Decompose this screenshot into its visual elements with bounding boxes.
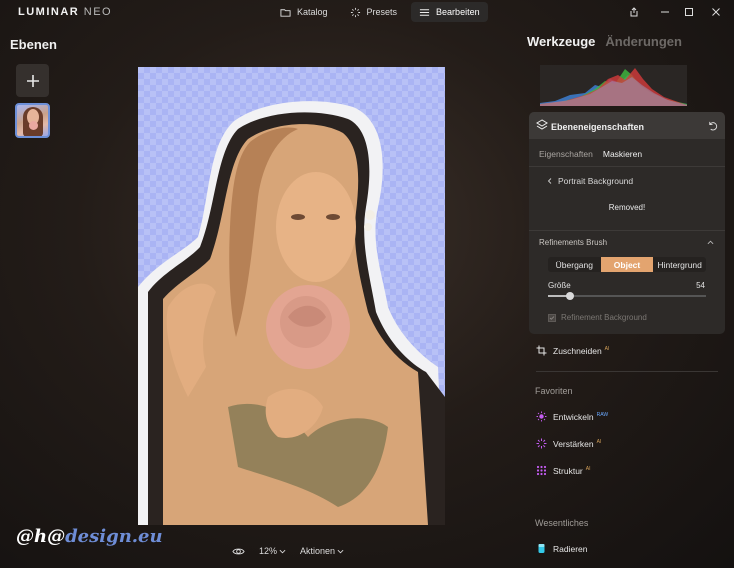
tool-structure-label: Struktur xyxy=(553,465,583,476)
close-icon xyxy=(712,8,720,16)
watermark-suffix: design.eu xyxy=(65,526,163,547)
ai-badge: AI xyxy=(604,345,610,352)
chevron-left-icon xyxy=(547,178,552,184)
sparkle-icon xyxy=(350,7,360,17)
raw-badge: RAW xyxy=(596,411,609,418)
divider xyxy=(536,371,718,372)
mask-breadcrumb-label: Portrait Background xyxy=(558,176,634,186)
panel-title: Ebeneneigenschaften xyxy=(551,122,645,132)
tool-crop-label: Zuschneiden xyxy=(553,345,602,356)
refine-mode-segmented: Übergang Object Hintergrund xyxy=(548,257,706,272)
nav-katalog[interactable]: Katalog xyxy=(272,2,336,22)
view-toolbar: 12% Aktionen xyxy=(232,544,344,558)
nav-katalog-label: Katalog xyxy=(297,7,328,17)
chevron-down-icon xyxy=(337,549,344,553)
add-layer-button[interactable] xyxy=(16,64,49,97)
nav-bearbeiten[interactable]: Bearbeiten xyxy=(411,2,488,22)
layer-properties-panel: Ebeneneigenschaften Eigenschaften Maskie… xyxy=(529,112,725,334)
right-tabs: Werkzeuge Änderungen xyxy=(527,34,682,49)
folder-icon xyxy=(280,8,291,17)
refinement-background-label: Refinement Background xyxy=(561,313,647,322)
nav-presets-label: Presets xyxy=(366,7,398,17)
plus-icon xyxy=(26,74,39,87)
share-button[interactable] xyxy=(626,4,642,20)
eye-icon xyxy=(232,548,245,554)
zoom-dropdown[interactable]: 12% xyxy=(259,546,286,556)
sliders-icon xyxy=(419,8,430,16)
sun-icon xyxy=(536,411,547,422)
size-label: Größe xyxy=(548,281,571,290)
panel-subtabs: Eigenschaften Maskieren xyxy=(539,149,642,159)
preview-toggle[interactable] xyxy=(232,545,245,558)
nav-presets[interactable]: Presets xyxy=(342,2,406,22)
logo-sub: NEO xyxy=(83,6,113,18)
tool-develop-label: Entwickeln xyxy=(553,411,594,422)
histogram xyxy=(540,65,687,106)
tool-develop[interactable]: Entwickeln RAW xyxy=(536,411,608,422)
zoom-value: 12% xyxy=(259,546,278,556)
minimize-icon xyxy=(661,11,669,13)
divider xyxy=(529,230,725,231)
chevron-down-icon xyxy=(279,549,286,553)
status-text: Removed! xyxy=(608,203,646,212)
sparkle-icon xyxy=(536,438,547,449)
subtab-maskieren[interactable]: Maskieren xyxy=(603,149,642,159)
subtab-eigenschaften[interactable]: Eigenschaften xyxy=(539,149,593,159)
close-button[interactable] xyxy=(708,4,724,20)
app-logo: LUMINAR NEO xyxy=(18,6,112,18)
watermark: @h@design.eu xyxy=(16,526,163,547)
tool-crop[interactable]: Zuschneiden AI xyxy=(536,345,609,356)
segment-hintergrund[interactable]: Hintergrund xyxy=(653,257,706,272)
maximize-button[interactable] xyxy=(681,4,697,20)
minimize-button[interactable] xyxy=(657,4,673,20)
favorites-heading: Favoriten xyxy=(535,386,573,396)
actions-label: Aktionen xyxy=(300,546,336,556)
eraser-icon xyxy=(538,544,545,553)
share-icon xyxy=(630,7,638,17)
checkbox[interactable] xyxy=(548,313,556,322)
structure-icon xyxy=(536,465,547,476)
nav-bearbeiten-label: Bearbeiten xyxy=(436,7,480,17)
layer-thumbnail[interactable] xyxy=(15,103,50,138)
size-slider[interactable] xyxy=(548,292,706,300)
layers-icon xyxy=(536,119,548,130)
layers-title: Ebenen xyxy=(10,37,57,52)
chevron-up-icon[interactable] xyxy=(707,239,714,246)
size-slider-handle[interactable] xyxy=(566,292,575,300)
ai-badge: AI xyxy=(585,465,591,472)
segment-object[interactable]: Object xyxy=(600,257,654,272)
tool-erase-label: Radieren xyxy=(553,543,588,554)
actions-dropdown[interactable]: Aktionen xyxy=(300,546,344,556)
tool-enhance[interactable]: Verstärken AI xyxy=(536,438,601,449)
tool-erase[interactable]: Radieren xyxy=(536,543,588,554)
tab-aenderungen[interactable]: Änderungen xyxy=(605,34,682,49)
divider xyxy=(529,166,725,167)
undo-icon[interactable] xyxy=(707,120,718,131)
logo-main: LUMINAR xyxy=(18,6,80,18)
refinement-background-checkbox[interactable]: Refinement Background xyxy=(548,313,647,322)
mask-breadcrumb[interactable]: Portrait Background xyxy=(547,176,633,186)
size-value: 54 xyxy=(696,281,705,290)
photo-canvas[interactable] xyxy=(138,67,445,525)
masked-photo xyxy=(138,67,445,525)
tab-werkzeuge[interactable]: Werkzeuge xyxy=(527,34,595,49)
tool-enhance-label: Verstärken xyxy=(553,438,594,449)
top-nav: Katalog Presets Bearbeiten xyxy=(272,2,488,22)
segment-uebergang[interactable]: Übergang xyxy=(548,257,601,272)
maximize-icon xyxy=(685,8,693,16)
watermark-prefix: @h@ xyxy=(16,526,66,547)
check-icon xyxy=(549,315,555,320)
panel-header[interactable]: Ebeneneigenschaften xyxy=(529,112,725,139)
tool-structure[interactable]: Struktur AI xyxy=(536,465,591,476)
essentials-heading: Wesentliches xyxy=(535,518,589,528)
crop-icon xyxy=(536,345,547,356)
refinements-heading: Refinements Brush xyxy=(539,238,608,247)
top-bar: LUMINAR NEO Katalog Presets Bearbeiten xyxy=(0,0,734,24)
ai-badge: AI xyxy=(596,438,602,445)
